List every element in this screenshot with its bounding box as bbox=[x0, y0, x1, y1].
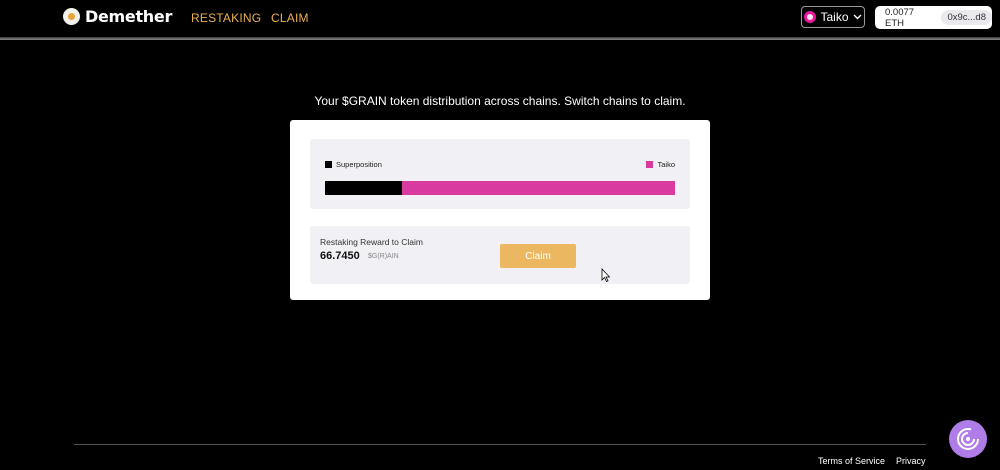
nav-claim[interactable]: CLAIM bbox=[271, 11, 309, 25]
bar-segment-taiko bbox=[402, 181, 675, 195]
legend-swatch-taiko bbox=[646, 161, 654, 168]
page-subtitle: Your $GRAIN token distribution across ch… bbox=[314, 94, 686, 108]
bar-segment-superposition bbox=[325, 181, 402, 195]
chevron-down-icon bbox=[853, 14, 861, 20]
legend-label-taiko: Taiko bbox=[657, 160, 675, 169]
chain-selector-button[interactable]: Taiko bbox=[801, 6, 865, 28]
top-nav-bar: Demether RESTAKING CLAIM Taiko 0.0077 ET… bbox=[0, 0, 1000, 37]
mouse-cursor-icon bbox=[601, 268, 610, 282]
logo-text: Demether bbox=[85, 7, 173, 26]
demether-logo-icon bbox=[63, 8, 80, 25]
distribution-bar bbox=[325, 181, 675, 195]
wallet-address: 0x9c...d8 bbox=[941, 10, 992, 25]
reward-unit: $G(R)AIN bbox=[368, 253, 399, 260]
taiko-icon bbox=[804, 11, 817, 23]
wallet-balance: 0.0077 ETH bbox=[885, 6, 915, 29]
legend-label-superposition: Superposition bbox=[336, 160, 382, 169]
distribution-panel: Superposition Taiko bbox=[310, 139, 690, 209]
footer-divider bbox=[74, 444, 926, 445]
legend-item-superposition: Superposition bbox=[325, 160, 382, 169]
legend-item-taiko: Taiko bbox=[646, 160, 675, 169]
chain-selector-label: Taiko bbox=[820, 10, 849, 24]
wallet-button[interactable]: 0.0077 ETH 0x9c...d8 bbox=[875, 6, 992, 29]
help-chat-button[interactable] bbox=[949, 420, 987, 458]
nav-restaking[interactable]: RESTAKING bbox=[191, 11, 261, 25]
spiral-chat-icon bbox=[957, 428, 979, 450]
header-divider bbox=[0, 37, 1000, 40]
reward-label: Restaking Reward to Claim bbox=[320, 237, 423, 247]
distribution-card: Superposition Taiko Restaking Reward to … bbox=[290, 120, 710, 300]
privacy-link[interactable]: Privacy bbox=[896, 456, 926, 466]
claim-button[interactable]: Claim bbox=[500, 244, 576, 268]
logo[interactable]: Demether bbox=[63, 7, 172, 26]
legend-swatch-superposition bbox=[325, 161, 332, 168]
reward-amount: 66.7450 bbox=[320, 250, 360, 262]
terms-of-service-link[interactable]: Terms of Service bbox=[818, 456, 885, 466]
claim-panel: Restaking Reward to Claim 66.7450 $G(R)A… bbox=[310, 226, 690, 284]
